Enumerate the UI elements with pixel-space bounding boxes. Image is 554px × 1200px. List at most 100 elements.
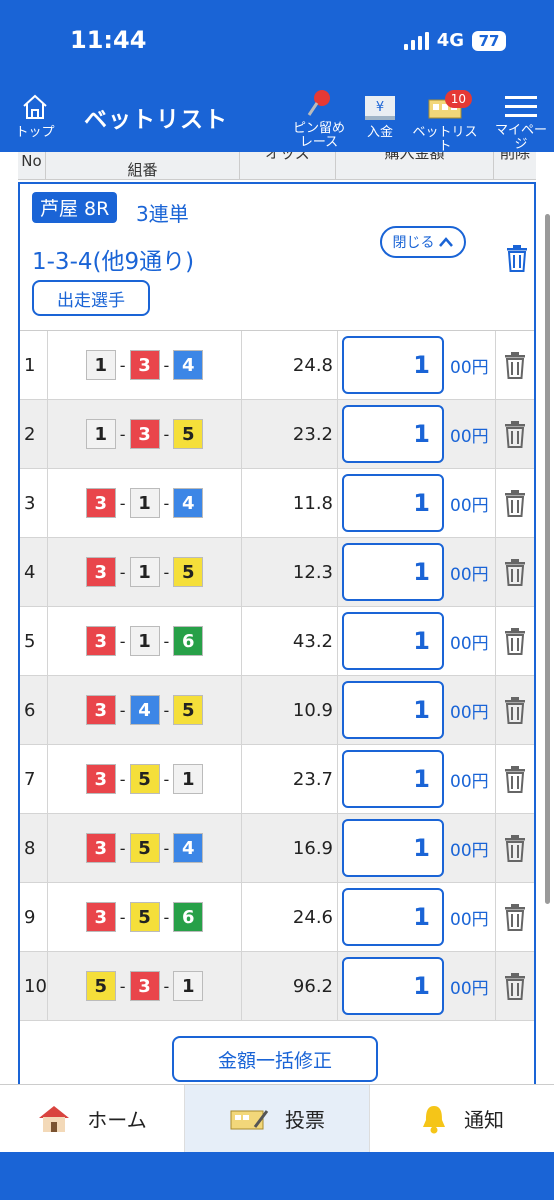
boat-number: 3: [85, 695, 116, 725]
bet-combination: 3-5-6: [48, 883, 242, 951]
bet-odds: 24.6: [242, 883, 338, 951]
combo-separator: -: [163, 976, 170, 996]
boat-number: 1: [129, 557, 160, 587]
bet-type: 3連単: [136, 202, 189, 226]
boat-number: 5: [85, 971, 116, 1001]
boat-number: 4: [173, 833, 204, 863]
delete-bet-button[interactable]: [496, 883, 534, 951]
boat-number: 3: [85, 557, 116, 587]
delete-bet-button[interactable]: [496, 331, 534, 399]
bet-number: 3: [20, 469, 48, 537]
bet-amount-input[interactable]: [342, 681, 444, 739]
bottom-nav: ホーム 投票 通知: [0, 1084, 554, 1152]
delete-bet-button[interactable]: [496, 469, 534, 537]
bet-amount-cell: 00円: [338, 883, 496, 951]
amount-unit: 00円: [450, 496, 489, 516]
boat-number: 3: [129, 419, 160, 449]
boat-number: 5: [129, 764, 160, 794]
bet-row: 83-5-416.900円: [20, 814, 534, 883]
bulk-edit-button[interactable]: 金額一括修正: [172, 1036, 378, 1082]
delete-bet-button[interactable]: [496, 400, 534, 468]
bet-amount-input[interactable]: [342, 612, 444, 670]
delete-bet-button[interactable]: [496, 676, 534, 744]
boat-number: 5: [173, 419, 204, 449]
race-venue-tag: 芦屋 8R: [32, 192, 118, 223]
bet-combination: 3-1-4: [48, 469, 242, 537]
delete-race-button[interactable]: [506, 244, 528, 276]
bet-amount-input[interactable]: [342, 819, 444, 877]
combo-separator: -: [163, 562, 170, 582]
bet-row: 105-3-196.200円: [20, 952, 534, 1021]
trash-icon: [504, 903, 526, 931]
network-type: 4G: [436, 30, 464, 51]
bet-list-content[interactable]: No 組番 オッズ 購入金額 削除 芦屋 8R 3連単 1-3-4(他9通り) …: [0, 152, 554, 1084]
top-nav-button[interactable]: トップ: [10, 92, 60, 140]
betlist-count-badge: 10: [444, 90, 472, 108]
pin-label-2: レース: [299, 135, 339, 150]
nav-vote[interactable]: 投票: [185, 1085, 370, 1152]
bet-amount-input[interactable]: [342, 336, 444, 394]
bet-number: 1: [20, 331, 48, 399]
bet-row: 11-3-424.800円: [20, 331, 534, 400]
boat-number: 6: [173, 626, 204, 656]
bet-combination: 3-1-5: [48, 538, 242, 606]
column-amount: 購入金額: [336, 152, 494, 179]
pinned-races-button[interactable]: ピン留め レース: [288, 88, 350, 150]
house-icon: [39, 1105, 70, 1132]
bet-row: 21-3-523.200円: [20, 400, 534, 469]
boat-number: 1: [129, 626, 160, 656]
boat-number: 3: [85, 764, 116, 794]
delete-bet-button[interactable]: [496, 952, 534, 1020]
app-header: トップ ベットリスト ピン留め レース ¥ 入金 10 ベットリスト マイページ: [0, 78, 554, 154]
close-button[interactable]: 閉じる: [380, 226, 466, 258]
bet-number: 8: [20, 814, 48, 882]
amount-unit: 00円: [450, 772, 489, 792]
bet-number: 7: [20, 745, 48, 813]
delete-bet-button[interactable]: [496, 745, 534, 813]
bet-odds: 12.3: [242, 538, 338, 606]
bet-number: 9: [20, 883, 48, 951]
combo-separator: -: [119, 769, 126, 789]
delete-bet-button[interactable]: [496, 538, 534, 606]
bet-combination: 1-3-4: [48, 331, 242, 399]
boat-number: 4: [173, 488, 204, 518]
combo-separator: -: [163, 769, 170, 789]
bet-amount-input[interactable]: [342, 474, 444, 532]
combo-separator: -: [119, 562, 126, 582]
boat-number: 3: [129, 971, 160, 1001]
combo-separator: -: [119, 493, 126, 513]
amount-unit: 00円: [450, 703, 489, 723]
close-label: 閉じる: [392, 235, 435, 251]
bet-row: 43-1-512.300円: [20, 538, 534, 607]
bet-rows: 11-3-424.800円21-3-523.200円33-1-411.800円4…: [20, 330, 534, 1021]
scrollbar[interactable]: [545, 214, 550, 904]
boat-number: 3: [85, 833, 116, 863]
combo-separator: -: [119, 907, 126, 927]
nav-notify[interactable]: 通知: [370, 1085, 554, 1152]
bet-amount-input[interactable]: [342, 957, 444, 1015]
nav-home[interactable]: ホーム: [0, 1085, 185, 1152]
mypage-button[interactable]: マイページ: [490, 94, 552, 152]
boat-number: 1: [85, 419, 116, 449]
combo-separator: -: [163, 355, 170, 375]
bet-amount-input[interactable]: [342, 405, 444, 463]
race-bet-card: 芦屋 8R 3連単 1-3-4(他9通り) 閉じる 出走選手 1 1-3-4 24.…: [18, 182, 536, 1084]
entrants-button[interactable]: 出走選手: [32, 280, 150, 316]
betlist-button[interactable]: 10 ベットリスト: [410, 90, 480, 154]
amount-unit: 00円: [450, 841, 489, 861]
column-odds: オッズ: [240, 152, 336, 179]
bet-odds: 11.8: [242, 469, 338, 537]
top-label: トップ: [15, 125, 55, 140]
delete-bet-button[interactable]: [496, 814, 534, 882]
amount-unit: 00円: [450, 979, 489, 999]
deposit-button[interactable]: ¥ 入金: [360, 92, 400, 140]
bet-odds: 23.2: [242, 400, 338, 468]
bet-amount-input[interactable]: [342, 543, 444, 601]
bet-amount-input[interactable]: [342, 888, 444, 946]
bet-row: 93-5-624.600円: [20, 883, 534, 952]
bet-amount-cell: 00円: [338, 745, 496, 813]
svg-text:¥: ¥: [376, 100, 384, 115]
bet-amount-input[interactable]: [342, 750, 444, 808]
boat-number: 5: [129, 902, 160, 932]
delete-bet-button[interactable]: [496, 607, 534, 675]
